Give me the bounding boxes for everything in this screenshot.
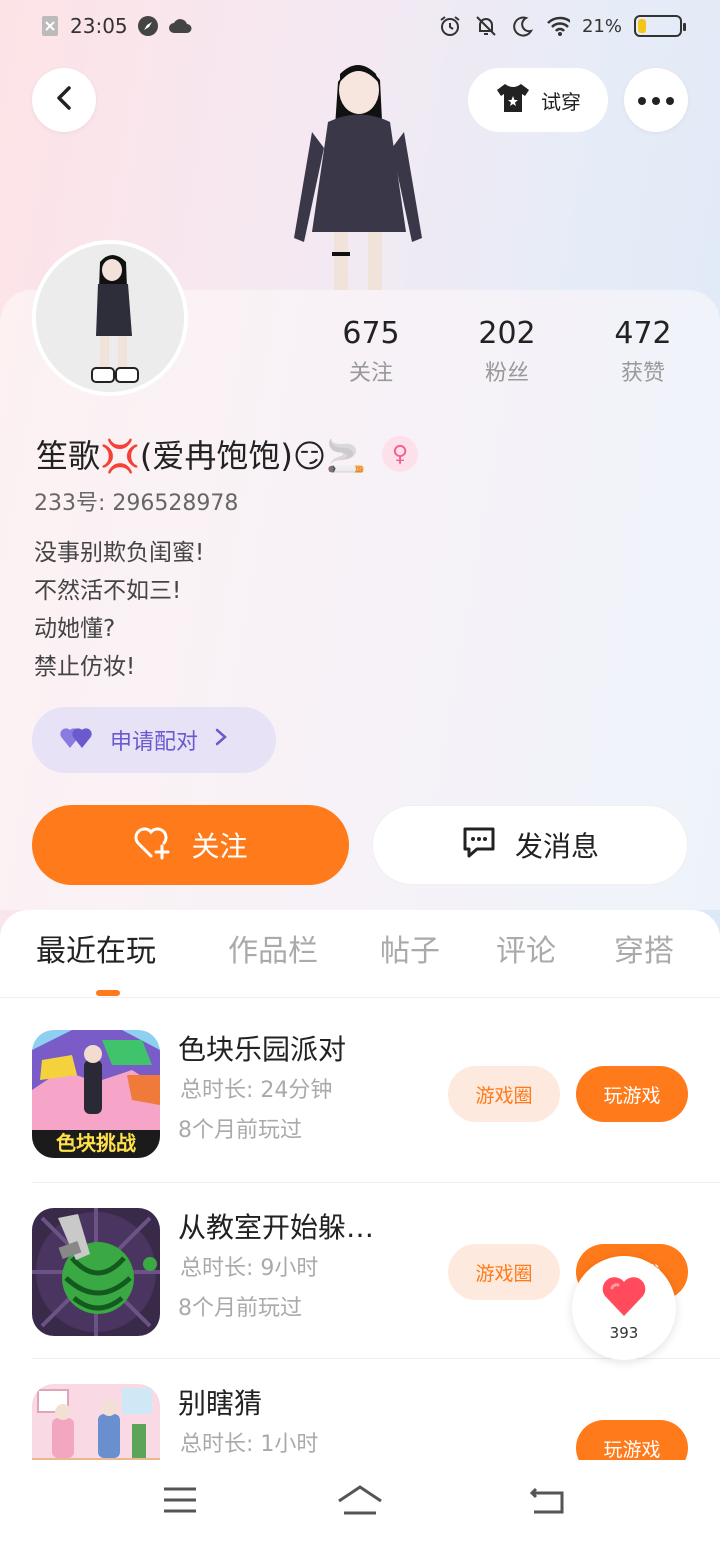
game-circle-button[interactable]: 游戏圈 bbox=[448, 1066, 560, 1122]
home-button[interactable] bbox=[330, 1480, 390, 1524]
message-label: 发消息 bbox=[514, 830, 599, 863]
chevron-right-icon bbox=[214, 727, 228, 753]
more-dots-icon bbox=[637, 91, 675, 110]
stat-label: 粉丝 bbox=[484, 361, 529, 386]
stat-value: 675 bbox=[342, 316, 400, 351]
tab-posts[interactable]: 帖子 bbox=[380, 930, 440, 974]
system-navigation-bar bbox=[0, 1460, 720, 1544]
bio-line: 没事别欺负闺蜜! bbox=[34, 540, 205, 566]
bio-line: 动她懂? bbox=[34, 616, 116, 642]
cloud-icon bbox=[168, 14, 192, 38]
stat-label: 关注 bbox=[348, 361, 393, 386]
follow-button[interactable]: 关注 bbox=[32, 805, 349, 885]
profile-bio: 没事别欺负闺蜜! 不然活不如三! 动她懂? 禁止仿妆! bbox=[34, 534, 204, 686]
game-thumbnail[interactable]: 色块挑战 bbox=[32, 1030, 160, 1158]
wifi-icon bbox=[546, 14, 570, 38]
tab-comments[interactable]: 评论 bbox=[496, 930, 556, 974]
pair-label: 申请配对 bbox=[110, 730, 199, 755]
stat-followers[interactable]: 202 粉丝 bbox=[452, 314, 562, 390]
compass-icon bbox=[136, 14, 160, 38]
tab-recently-played[interactable]: 最近在玩 bbox=[36, 930, 156, 974]
stat-value: 202 bbox=[478, 316, 536, 351]
floating-like-button[interactable]: 393 bbox=[572, 1256, 676, 1360]
game-title: 别瞎猜 bbox=[178, 1387, 263, 1420]
game-duration: 总时长: 1小时 bbox=[180, 1432, 319, 1457]
status-time: 23:05 bbox=[70, 14, 128, 38]
list-item[interactable]: 色块挑战 色块乐园派对 总时长: 24分钟 8个月前玩过 游戏圈 玩游戏 bbox=[0, 1000, 720, 1176]
chat-bubble-icon bbox=[461, 825, 497, 866]
game-title: 色块乐园派对 bbox=[178, 1033, 347, 1066]
back-arrow-icon bbox=[528, 1485, 568, 1519]
status-bar: 23:05 21% bbox=[0, 0, 720, 56]
profile-name: 笙歌💢(爱冉饱饱)😏🚬 bbox=[36, 437, 367, 475]
avatar-3d-figure[interactable] bbox=[288, 52, 428, 292]
profile-tabs: 最近在玩 作品栏 帖子 评论 穿搭 bbox=[0, 910, 720, 998]
gender-symbol: ♀ bbox=[391, 441, 409, 467]
game-thumbnail[interactable] bbox=[32, 1208, 160, 1336]
game-title: 从教室开始躲… bbox=[178, 1211, 375, 1244]
stat-value: 472 bbox=[614, 316, 672, 351]
bio-line: 不然活不如三! bbox=[34, 578, 182, 604]
play-game-button[interactable]: 玩游戏 bbox=[576, 1066, 688, 1122]
game-last-played: 8个月前玩过 bbox=[178, 1118, 302, 1143]
stat-likes[interactable]: 472 获赞 bbox=[588, 314, 698, 390]
bio-line: 禁止仿妆! bbox=[34, 654, 136, 680]
like-count: 393 bbox=[609, 1324, 639, 1342]
stat-label: 获赞 bbox=[620, 361, 665, 386]
recent-apps-button[interactable] bbox=[150, 1480, 210, 1524]
battery-icon bbox=[634, 15, 686, 37]
game-duration: 总时长: 24分钟 bbox=[180, 1078, 333, 1103]
stat-following[interactable]: 675 关注 bbox=[316, 314, 426, 390]
try-on-label: 试穿 bbox=[541, 89, 581, 114]
battery-percent: 21% bbox=[581, 15, 622, 37]
heart-icon bbox=[600, 1274, 648, 1322]
female-gender-icon: ♀ bbox=[382, 436, 419, 472]
alarm-icon bbox=[438, 14, 462, 38]
request-pair-button[interactable]: 申请配对 bbox=[32, 707, 276, 773]
profile-stats: 675 关注 202 粉丝 472 获赞 bbox=[0, 314, 720, 394]
send-message-button[interactable]: 发消息 bbox=[372, 805, 688, 885]
more-options-button[interactable] bbox=[624, 68, 688, 132]
back-nav-button[interactable] bbox=[518, 1480, 578, 1524]
heart-plus-icon bbox=[133, 824, 173, 867]
battery-level-fill bbox=[638, 19, 647, 33]
mute-bell-icon bbox=[474, 14, 498, 38]
user-id: 233号: 296528978 bbox=[34, 491, 239, 516]
game-circle-button[interactable]: 游戏圈 bbox=[448, 1244, 560, 1300]
chevron-left-icon bbox=[52, 84, 76, 116]
back-button[interactable] bbox=[32, 68, 96, 132]
game-last-played: 8个月前玩过 bbox=[178, 1296, 302, 1321]
profile-name-row: 笙歌💢(爱冉饱饱)😏🚬 ♀ bbox=[36, 426, 419, 482]
active-tab-indicator bbox=[96, 990, 120, 996]
close-notification-icon bbox=[38, 14, 62, 38]
hearts-icon bbox=[60, 724, 94, 756]
game-duration: 总时长: 9小时 bbox=[180, 1256, 319, 1281]
tab-works[interactable]: 作品栏 bbox=[228, 930, 318, 974]
tab-outfits[interactable]: 穿搭 bbox=[614, 930, 674, 974]
home-icon bbox=[336, 1483, 384, 1521]
tshirt-icon bbox=[495, 82, 531, 119]
follow-label: 关注 bbox=[191, 830, 248, 863]
thumb-text: 色块挑战 bbox=[56, 1131, 136, 1155]
try-on-button[interactable]: 试穿 bbox=[468, 68, 608, 132]
moon-icon bbox=[510, 14, 534, 38]
content-panel: 最近在玩 作品栏 帖子 评论 穿搭 色块挑战 色块乐园派对 总时长: 24分钟 … bbox=[0, 910, 720, 1544]
menu-lines-icon bbox=[162, 1485, 198, 1519]
